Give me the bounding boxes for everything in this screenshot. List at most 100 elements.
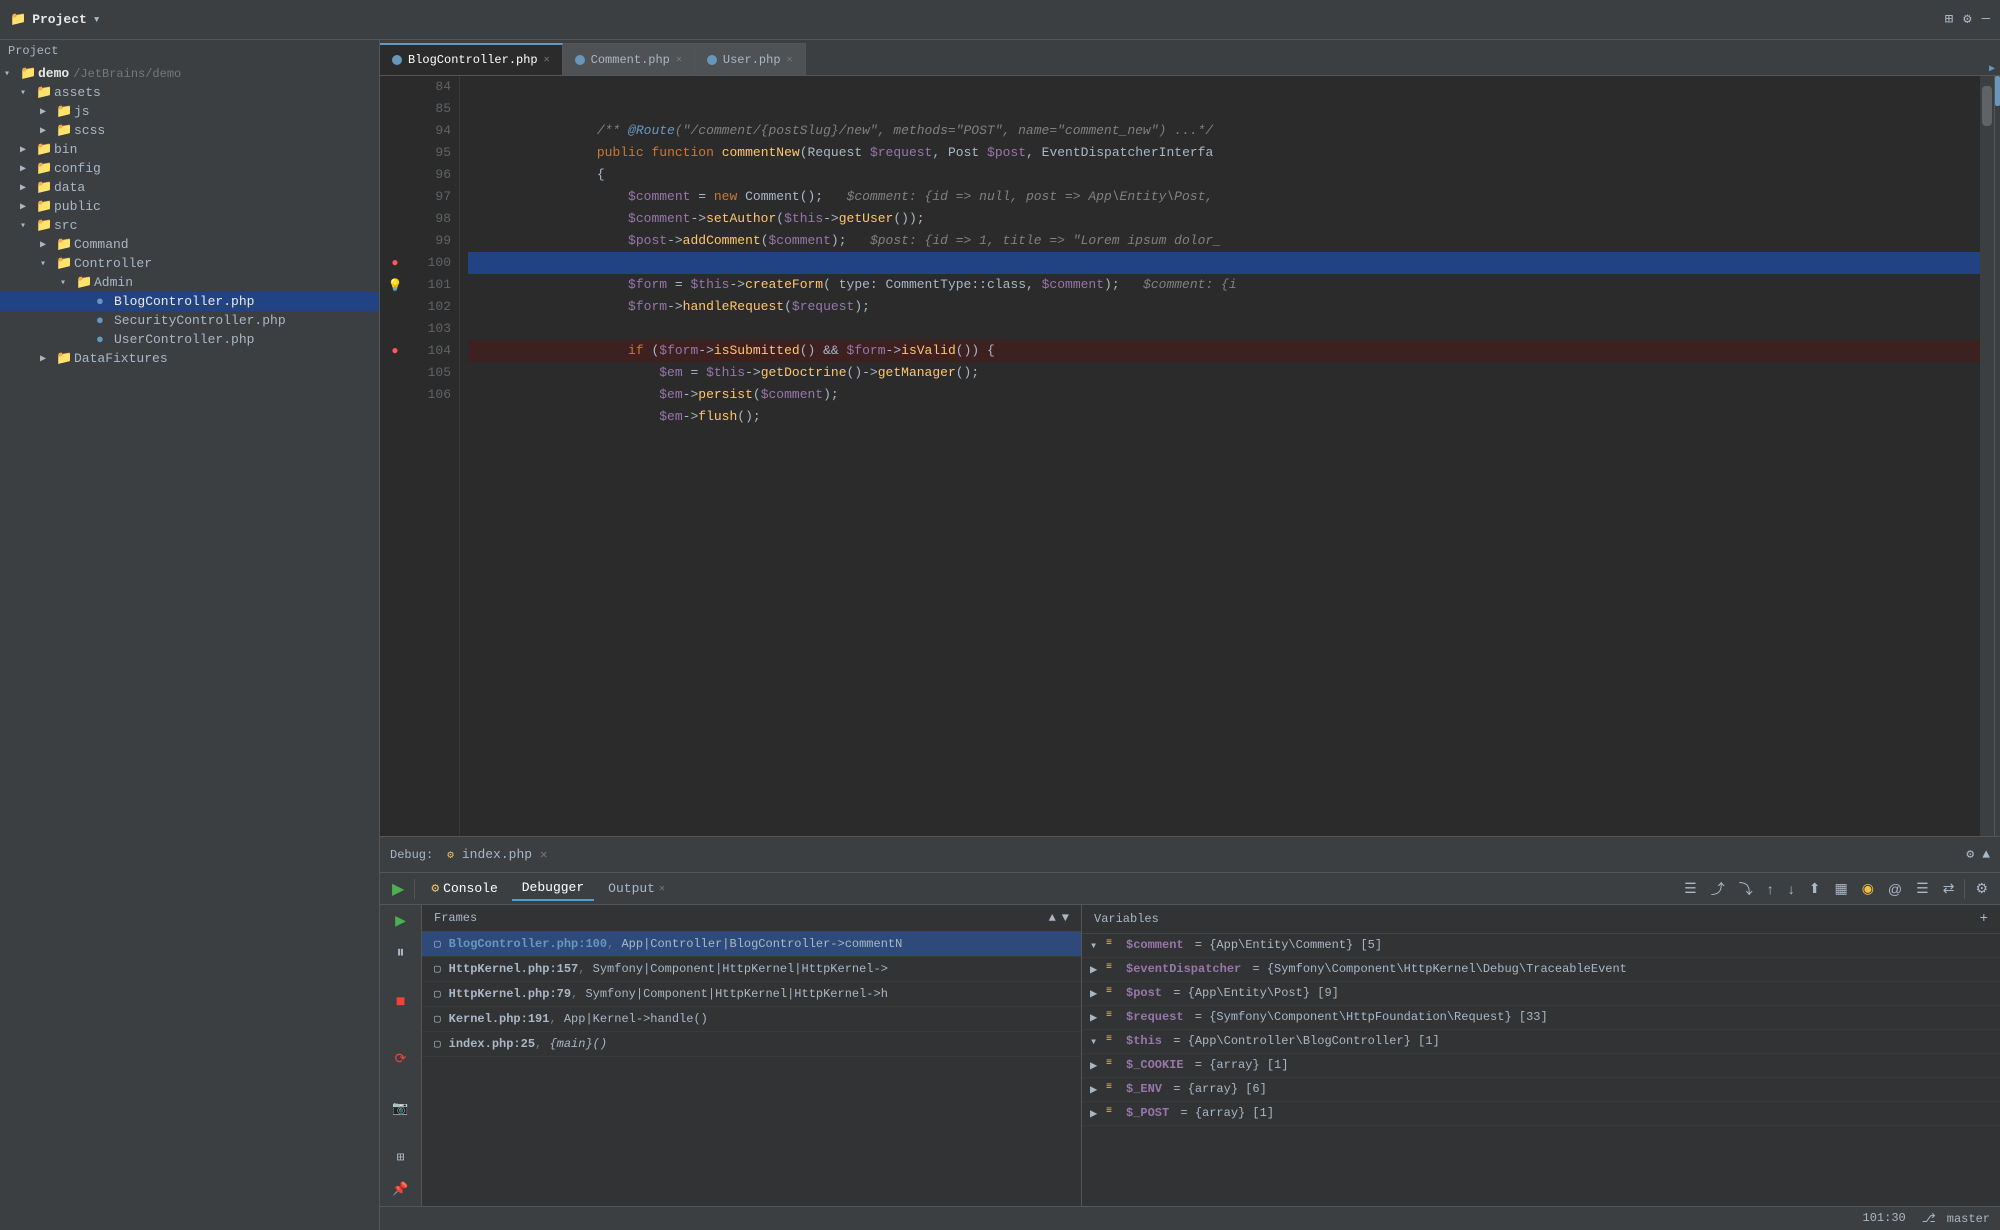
frame-item-4[interactable]: ▢ index.php:25, {main}() — [422, 1032, 1081, 1057]
settings-gear-icon[interactable]: ⚙ — [1966, 847, 1974, 862]
dropdown-arrow[interactable]: ▾ — [93, 12, 101, 27]
expand-icon[interactable]: ▾ — [1090, 1034, 1102, 1049]
tree-item-config[interactable]: ▶ 📁 config — [0, 159, 379, 178]
var-item-eventdispatcher[interactable]: ▶ ≡ $eventDispatcher = {Symfony\Componen… — [1082, 958, 2000, 982]
frames-up-btn[interactable]: ▲ — [1049, 911, 1056, 925]
tree-item-datafixtures[interactable]: ▶ 📁 DataFixtures — [0, 349, 379, 368]
arrow-icon: ▶ — [20, 163, 36, 175]
arrow-icon: ▶ — [20, 144, 36, 156]
tab-close-btn[interactable]: ✕ — [676, 54, 682, 66]
frames-down-btn[interactable]: ▼ — [1062, 911, 1069, 925]
var-item-post-global[interactable]: ▶ ≡ $_POST = {array} [1] — [1082, 1102, 2000, 1126]
settings-icon[interactable]: ⚙ — [1963, 11, 1971, 28]
output-close-btn[interactable]: ✕ — [659, 883, 665, 895]
arrow-icon: ▶ — [20, 182, 36, 194]
php-file-icon: ● — [96, 313, 114, 328]
status-branch: ⎇ master — [1922, 1211, 1990, 1226]
var-item-request[interactable]: ▶ ≡ $request = {Symfony\Component\HttpFo… — [1082, 1006, 2000, 1030]
expand-icon[interactable]: ▶ — [1090, 962, 1102, 977]
tree-item-securitycontroller[interactable]: ● SecurityController.php — [0, 311, 379, 330]
debug-tab-debugger[interactable]: Debugger — [512, 876, 594, 901]
tab-close-btn[interactable]: ✕ — [787, 54, 793, 66]
tab-close-btn[interactable]: ✕ — [544, 54, 550, 66]
frame-item-3[interactable]: ▢ Kernel.php:191, App|Kernel->handle() — [422, 1007, 1081, 1032]
debug-tab-console[interactable]: ⚙ Console — [421, 877, 507, 900]
var-add-btn[interactable]: + — [1980, 911, 1988, 927]
folder-icon: 📁 — [56, 256, 74, 271]
tab-blogcontroller[interactable]: BlogController.php ✕ — [380, 43, 563, 75]
tree-item-admin[interactable]: ▾ 📁 Admin — [0, 273, 379, 292]
eval-btn[interactable]: ⬆ — [1805, 878, 1825, 899]
frame-item-1[interactable]: ▢ HttpKernel.php:157, Symfony|Component|… — [422, 957, 1081, 982]
tree-item-scss[interactable]: ▶ 📁 scss — [0, 121, 379, 140]
minimize-icon[interactable]: — — [1982, 11, 1990, 28]
expand-icon[interactable]: ▶ — [1090, 1082, 1102, 1097]
tree-item-public[interactable]: ▶ 📁 public — [0, 197, 379, 216]
tree-item-demo[interactable]: ▾ 📁 demo /JetBrains/demo — [0, 64, 379, 83]
expand-icon[interactable]: ▶ — [1090, 1010, 1102, 1025]
lightbulb-icon[interactable]: 💡 — [388, 278, 403, 293]
pin-btn[interactable]: 📌 — [387, 1178, 415, 1202]
run-cursor-btn[interactable]: ↓ — [1784, 879, 1799, 899]
tab-user[interactable]: User.php ✕ — [695, 43, 806, 75]
tree-item-controller[interactable]: ▾ 📁 Controller — [0, 254, 379, 273]
step-out-btn[interactable]: ↑ — [1763, 879, 1778, 899]
play-btn[interactable]: ▶ — [388, 877, 408, 901]
var-item-post[interactable]: ▶ ≡ $post = {App\Entity\Post} [9] — [1082, 982, 2000, 1006]
debug-close-btn[interactable]: ✕ — [540, 847, 547, 862]
arrow-icon: ▶ — [40, 239, 56, 251]
gutter-102 — [380, 296, 410, 318]
expand-icon[interactable]: ▶ — [1090, 1058, 1102, 1073]
var-item-env[interactable]: ▶ ≡ $_ENV = {array} [6] — [1082, 1078, 2000, 1102]
expand-icon[interactable]: ▾ — [1090, 938, 1102, 953]
list-btn[interactable]: ☰ — [1912, 878, 1933, 899]
tree-item-blogcontroller[interactable]: ● BlogController.php — [0, 292, 379, 311]
var-item-this[interactable]: ▾ ≡ $this = {App\Controller\BlogControll… — [1082, 1030, 2000, 1054]
expand-icon[interactable]: ▶ — [1090, 986, 1102, 1001]
at-btn[interactable]: @ — [1884, 879, 1906, 899]
tab-comment[interactable]: Comment.php ✕ — [563, 43, 695, 75]
frames-header: Frames ▲ ▼ — [422, 905, 1081, 932]
var-item-comment[interactable]: ▾ ≡ $comment = {App\Entity\Comment} [5] — [1082, 934, 2000, 958]
frame-icon: ▢ — [434, 962, 441, 976]
step-all-btn[interactable]: ☰ — [1680, 878, 1701, 899]
debug-tab-output[interactable]: Output ✕ — [598, 877, 675, 900]
frame-item-0[interactable]: ▢ BlogController.php:100, App|Controller… — [422, 932, 1081, 957]
tree-item-assets[interactable]: ▾ 📁 assets — [0, 83, 379, 102]
arrow-icon: ▾ — [20, 87, 36, 99]
tree-item-data[interactable]: ▶ 📁 data — [0, 178, 379, 197]
stop-btn[interactable]: ■ — [387, 990, 415, 1014]
top-bar-icons: ⊞ ⚙ — — [1945, 11, 1990, 28]
tree-item-src[interactable]: ▾ 📁 src — [0, 216, 379, 235]
editor-tabs: BlogController.php ✕ Comment.php ✕ User.… — [380, 40, 2000, 76]
var-item-cookie[interactable]: ▶ ≡ $_COOKIE = {array} [1] — [1082, 1054, 2000, 1078]
expand-icon[interactable]: ▶ — [1090, 1106, 1102, 1121]
editor-scrollbar[interactable] — [1980, 76, 1994, 836]
frames-btn[interactable]: ▦ — [1830, 878, 1851, 899]
gutter-106 — [380, 384, 410, 406]
watch-btn[interactable]: ◉ — [1858, 878, 1878, 899]
camera-btn[interactable]: 📷 — [387, 1097, 415, 1121]
step-into-btn[interactable]: ⤵ — [1735, 877, 1757, 901]
code-content[interactable]: /** @Route("/comment/{postSlug}/new", me… — [460, 76, 1980, 836]
more-btn[interactable]: ⇄ — [1939, 878, 1959, 899]
code-line-85: /** @Route("/comment/{postSlug}/new", me… — [468, 98, 1980, 120]
breakpoint-icon[interactable]: ● — [391, 344, 398, 358]
pause-btn[interactable]: ⏸ — [387, 941, 415, 965]
terminal-btn[interactable]: ⊞ — [387, 1146, 415, 1170]
restart-btn[interactable]: ⟳ — [387, 1048, 415, 1072]
frames-label: Frames — [434, 911, 477, 925]
run-btn[interactable]: ▶ — [387, 909, 415, 933]
layout-icon[interactable]: ⊞ — [1945, 11, 1953, 28]
step-over-btn[interactable]: ⤴ — [1707, 877, 1729, 901]
tree-item-bin[interactable]: ▶ 📁 bin — [0, 140, 379, 159]
tree-item-usercontroller[interactable]: ● UserController.php — [0, 330, 379, 349]
tree-item-js[interactable]: ▶ 📁 js — [0, 102, 379, 121]
expand-icon[interactable]: ▲ — [1982, 847, 1990, 862]
tree-item-command[interactable]: ▶ 📁 Command — [0, 235, 379, 254]
folder-icon: 📁 — [76, 275, 94, 290]
settings-btn[interactable]: ⚙ — [1971, 878, 1992, 899]
breakpoint-icon[interactable]: ● — [391, 256, 398, 270]
frame-item-2[interactable]: ▢ HttpKernel.php:79, Symfony|Component|H… — [422, 982, 1081, 1007]
file-tree: ▾ 📁 demo /JetBrains/demo ▾ 📁 assets ▶ 📁 — [0, 62, 379, 1230]
